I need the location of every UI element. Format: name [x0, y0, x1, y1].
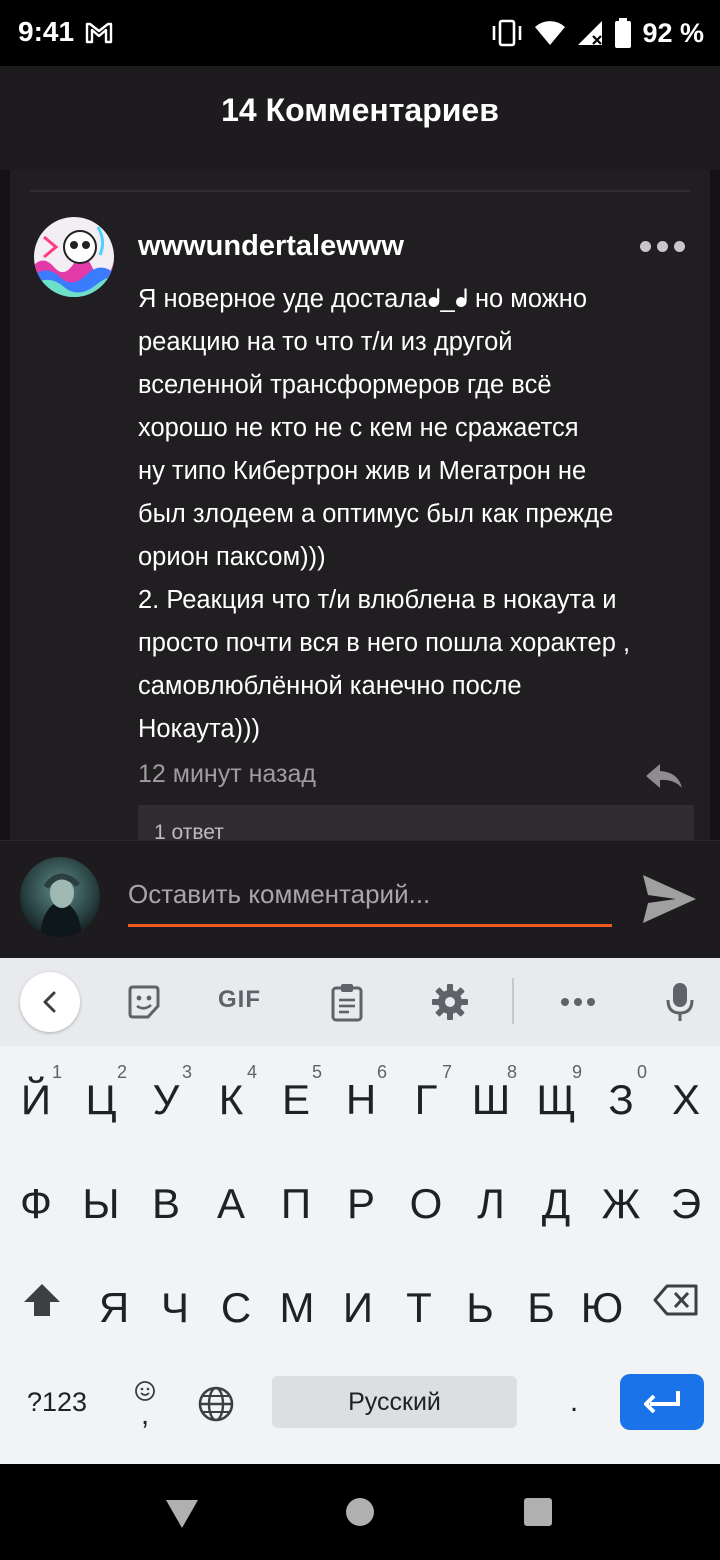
- key[interactable]: Н6: [329, 1046, 393, 1136]
- status-bar: 9:41 92 %: [0, 0, 720, 66]
- comment-time: 12 минут назад: [138, 760, 316, 788]
- shift-icon: [24, 1284, 60, 1316]
- key[interactable]: С: [204, 1254, 268, 1344]
- page-title: 14 Комментариев: [221, 92, 499, 128]
- gif-button[interactable]: GIF: [218, 986, 261, 1014]
- space-key[interactable]: Русский: [272, 1376, 517, 1428]
- enter-key[interactable]: [620, 1374, 704, 1430]
- system-nav-bar: [0, 1464, 720, 1560]
- key[interactable]: Е5: [264, 1046, 328, 1136]
- key[interactable]: М: [265, 1254, 329, 1344]
- signal-icon: [578, 21, 603, 45]
- symbols-key[interactable]: ?123: [14, 1376, 100, 1428]
- key[interactable]: Ч: [143, 1254, 207, 1344]
- comment-input-placeholder: Оставить комментарий...: [128, 879, 431, 909]
- key[interactable]: Ы: [69, 1150, 133, 1240]
- comment-input-bar: Оставить комментарий...: [0, 840, 720, 958]
- comments-header: 14 Комментариев: [0, 66, 720, 170]
- comment-line: реакцию на то что т/и из другой: [138, 328, 513, 356]
- toolbar-separator: [512, 978, 514, 1024]
- chevron-left-icon: [43, 991, 56, 1013]
- keyboard-back-button[interactable]: [20, 972, 80, 1032]
- avatar-image: [20, 857, 100, 937]
- key[interactable]: Ц2: [69, 1046, 133, 1136]
- nav-back-icon[interactable]: [166, 1500, 198, 1528]
- status-icons: 92 %: [490, 16, 704, 50]
- settings-gear-icon[interactable]: [428, 980, 472, 1024]
- backspace-icon: [653, 1284, 698, 1316]
- comma-label: ,: [140, 1398, 150, 1431]
- key[interactable]: Т: [387, 1254, 451, 1344]
- reply-icon[interactable]: [642, 760, 686, 794]
- comment-line: был злодеем а оптимус был как прежде: [138, 500, 614, 528]
- send-icon[interactable]: [640, 871, 698, 927]
- key[interactable]: Й1: [4, 1046, 68, 1136]
- globe-icon[interactable]: [192, 1380, 240, 1428]
- key[interactable]: Ш8: [459, 1046, 523, 1136]
- key[interactable]: И: [326, 1254, 390, 1344]
- key[interactable]: З0: [589, 1046, 653, 1136]
- comment-line: 2. Реакция что т/и влюблена в нокаута и: [138, 586, 617, 614]
- key[interactable]: П: [264, 1150, 328, 1240]
- nav-home-icon[interactable]: [346, 1498, 374, 1526]
- key[interactable]: Р: [329, 1150, 393, 1240]
- comment-line: ну типо Кибертрон жив и Мегатрон не: [138, 457, 587, 485]
- comment-line: вселенной трансформеров где всё: [138, 371, 552, 399]
- keyboard: Й1 Ц2 У3 К4 Е5 Н6 Г7 Ш8 Щ9 З0 Х Ф Ы В А …: [0, 1046, 720, 1464]
- comment-line: Нокаута))): [138, 715, 261, 743]
- key[interactable]: Щ9: [524, 1046, 588, 1136]
- comments-list[interactable]: wwwundertalewww Я новерное уде досталаᖱ_…: [0, 170, 720, 840]
- shift-key[interactable]: [14, 1272, 70, 1328]
- commenter-username[interactable]: wwwundertalewww: [138, 230, 404, 263]
- comment-line: просто почти вся в него пошла хорактер ,: [138, 629, 631, 657]
- key[interactable]: О: [394, 1150, 458, 1240]
- key[interactable]: Г7: [394, 1046, 458, 1136]
- user-avatar: [20, 857, 100, 937]
- backspace-key[interactable]: [648, 1278, 704, 1322]
- replies-count: 1 ответ: [154, 821, 224, 840]
- sticker-icon[interactable]: [122, 980, 166, 1024]
- key[interactable]: Э: [654, 1150, 718, 1240]
- avatar-image: [34, 217, 114, 297]
- enter-arrow-icon: [644, 1391, 680, 1414]
- keyboard-toolbar: GIF: [0, 958, 720, 1046]
- comment-line: Я новерное уде досталаᖱ_ᖱ но можно: [138, 285, 588, 313]
- key[interactable]: В: [134, 1150, 198, 1240]
- key[interactable]: Ж: [589, 1150, 653, 1240]
- key[interactable]: Д: [524, 1150, 588, 1240]
- commenter-avatar[interactable]: [34, 217, 114, 297]
- microphone-icon[interactable]: [658, 980, 702, 1024]
- key[interactable]: Ю: [570, 1254, 634, 1344]
- more-options-icon[interactable]: [640, 236, 686, 256]
- replies-toggle[interactable]: 1 ответ: [138, 805, 694, 840]
- key[interactable]: У3: [134, 1046, 198, 1136]
- clipboard-icon[interactable]: [325, 980, 369, 1024]
- more-horizontal-icon[interactable]: [556, 980, 600, 1024]
- battery-icon: [615, 18, 632, 48]
- key[interactable]: Ь: [448, 1254, 512, 1344]
- emoji-comma-key[interactable]: ,: [120, 1372, 170, 1436]
- comment-card: wwwundertalewww Я новерное уде досталаᖱ_…: [10, 170, 710, 840]
- comment-line: орион паксом))): [138, 543, 326, 571]
- key[interactable]: К4: [199, 1046, 263, 1136]
- wifi-icon: [535, 21, 566, 45]
- key[interactable]: Б: [509, 1254, 573, 1344]
- comment-line: самовлюблённой канечно после: [138, 672, 522, 700]
- key[interactable]: Л: [459, 1150, 523, 1240]
- key[interactable]: Я: [82, 1254, 146, 1344]
- key[interactable]: Х: [654, 1046, 718, 1136]
- key[interactable]: А: [199, 1150, 263, 1240]
- comment-input[interactable]: Оставить комментарий...: [128, 865, 612, 927]
- battery-percent: 92 %: [642, 17, 704, 48]
- nav-recents-icon[interactable]: [524, 1498, 552, 1526]
- key[interactable]: Ф: [4, 1150, 68, 1240]
- gmail-icon: [85, 22, 113, 44]
- comment-text: Я новерное уде досталаᖱ_ᖱ но можно реакц…: [138, 278, 698, 751]
- vibrate-icon: [493, 19, 522, 47]
- period-key[interactable]: .: [552, 1376, 596, 1428]
- comment-line: хорошо не кто не с кем не сражается: [138, 414, 579, 442]
- divider: [30, 190, 690, 192]
- status-time: 9:41: [18, 16, 75, 47]
